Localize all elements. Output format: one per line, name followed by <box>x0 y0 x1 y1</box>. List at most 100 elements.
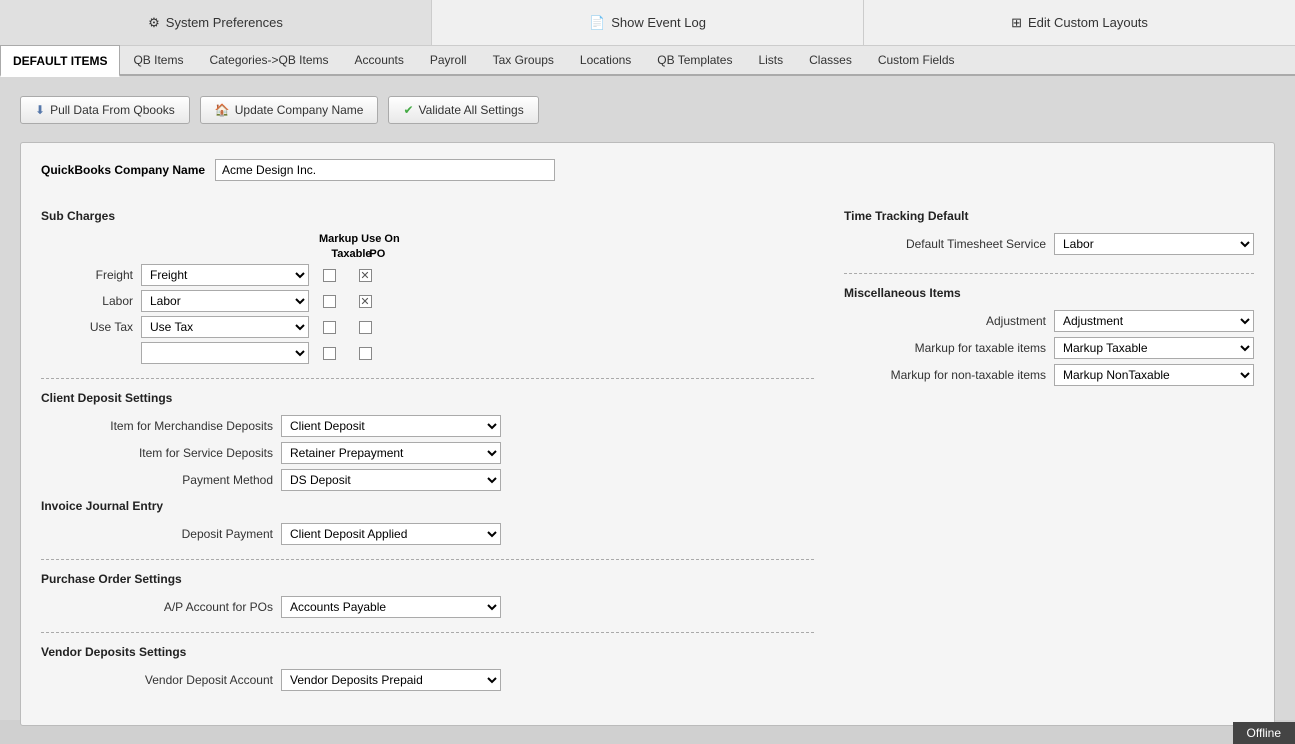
gear-icon: ⚙ <box>148 15 160 31</box>
merchandise-deposits-label: Item for Merchandise Deposits <box>41 419 281 433</box>
labor-po-checkbox[interactable]: ✕ <box>359 295 372 308</box>
time-tracking-section: Time Tracking Default Default Timesheet … <box>844 209 1254 255</box>
deposit-payment-dropdown[interactable]: Client Deposit Applied <box>281 523 501 545</box>
purchase-order-section: Purchase Order Settings A/P Account for … <box>41 572 814 618</box>
use-tax-row: Use Tax Use Tax <box>41 316 814 338</box>
tab-default-items[interactable]: DEFAULT ITEMS <box>0 45 120 77</box>
merchandise-deposits-row: Item for Merchandise Deposits Client Dep… <box>41 415 814 437</box>
labor-dropdown[interactable]: Labor <box>141 290 309 312</box>
taxable-col-header: Taxable <box>331 248 351 260</box>
deposit-payment-label: Deposit Payment <box>41 527 281 541</box>
freight-taxable-checkbox[interactable] <box>323 269 336 282</box>
adjustment-row: Adjustment Adjustment <box>844 310 1254 332</box>
tab-tax-groups[interactable]: Tax Groups <box>480 44 567 76</box>
pull-data-button[interactable]: ⬇ Pull Data From Qbooks <box>20 96 190 124</box>
custom-layouts-nav[interactable]: ⊞ Edit Custom Layouts <box>864 0 1295 45</box>
labor-taxable-checkbox[interactable] <box>323 295 336 308</box>
tab-qb-items[interactable]: QB Items <box>120 44 196 76</box>
right-column: Time Tracking Default Default Timesheet … <box>844 209 1254 705</box>
freight-row: Freight Freight ✕ <box>41 264 814 286</box>
labor-row: Labor Labor ✕ <box>41 290 814 312</box>
labor-checkboxes: ✕ <box>319 295 375 308</box>
labor-label: Labor <box>41 294 141 308</box>
download-icon: ⬇ <box>35 103 45 117</box>
markup-taxable-label: Markup for taxable items <box>844 341 1054 355</box>
empty-po-checkbox[interactable] <box>359 347 372 360</box>
main-content: ⬇ Pull Data From Qbooks 🏠 Update Company… <box>0 76 1295 720</box>
divider-2 <box>41 559 814 560</box>
ap-account-label: A/P Account for POs <box>41 600 281 614</box>
document-icon: 📄 <box>589 15 605 31</box>
sub-charges-section: Sub Charges Markup Use On Taxable PO <box>41 209 814 364</box>
validate-settings-button[interactable]: ✔ Validate All Settings <box>388 96 538 124</box>
left-column: Sub Charges Markup Use On Taxable PO <box>41 209 814 705</box>
freight-label: Freight <box>41 268 141 282</box>
event-log-label: Show Event Log <box>611 15 706 30</box>
time-tracking-heading: Time Tracking Default <box>844 209 1254 223</box>
offline-badge: Offline <box>1233 722 1295 744</box>
event-log-nav[interactable]: 📄 Show Event Log <box>432 0 864 45</box>
update-company-button[interactable]: 🏠 Update Company Name <box>200 96 379 124</box>
invoice-journal-heading: Invoice Journal Entry <box>41 499 814 513</box>
divider-1 <box>41 378 814 379</box>
company-name-label: QuickBooks Company Name <box>41 163 205 177</box>
vendor-deposit-account-row: Vendor Deposit Account Vendor Deposits P… <box>41 669 814 691</box>
freight-checkboxes: ✕ <box>319 269 375 282</box>
two-column-layout: Sub Charges Markup Use On Taxable PO <box>41 209 1254 705</box>
misc-items-section: Miscellaneous Items Adjustment Adjustmen… <box>844 286 1254 386</box>
tab-classes[interactable]: Classes <box>796 44 865 76</box>
update-company-label: Update Company Name <box>235 103 364 117</box>
misc-items-heading: Miscellaneous Items <box>844 286 1254 300</box>
service-deposits-dropdown[interactable]: Retainer Prepayment <box>281 442 501 464</box>
default-timesheet-dropdown[interactable]: Labor <box>1054 233 1254 255</box>
offline-label: Offline <box>1247 726 1281 740</box>
use-tax-taxable-checkbox[interactable] <box>323 321 336 334</box>
tab-custom-fields[interactable]: Custom Fields <box>865 44 968 76</box>
tab-locations[interactable]: Locations <box>567 44 644 76</box>
purchase-order-heading: Purchase Order Settings <box>41 572 814 586</box>
divider-3 <box>41 632 814 633</box>
default-timesheet-label: Default Timesheet Service <box>844 237 1054 251</box>
vendor-deposits-heading: Vendor Deposits Settings <box>41 645 814 659</box>
empty-sc-row <box>41 342 814 364</box>
tab-bar: DEFAULT ITEMS QB Items Categories->QB It… <box>0 46 1295 76</box>
company-name-input[interactable] <box>215 159 555 181</box>
custom-layouts-label: Edit Custom Layouts <box>1028 15 1148 30</box>
freight-dropdown[interactable]: Freight <box>141 264 309 286</box>
tab-accounts[interactable]: Accounts <box>342 44 417 76</box>
use-tax-po-checkbox[interactable] <box>359 321 372 334</box>
adjustment-dropdown[interactable]: Adjustment <box>1054 310 1254 332</box>
vendor-deposit-account-dropdown[interactable]: Vendor Deposits Prepaid <box>281 669 501 691</box>
ap-account-dropdown[interactable]: Accounts Payable <box>281 596 501 618</box>
adjustment-label: Adjustment <box>844 314 1054 328</box>
payment-method-dropdown[interactable]: DS Deposit <box>281 469 501 491</box>
service-deposits-label: Item for Service Deposits <box>41 446 281 460</box>
tab-categories-qb[interactable]: Categories->QB Items <box>196 44 341 76</box>
freight-po-checkbox[interactable]: ✕ <box>359 269 372 282</box>
markup-header: Markup Use On Taxable PO <box>319 233 400 260</box>
tab-qb-templates[interactable]: QB Templates <box>644 44 745 76</box>
pull-data-label: Pull Data From Qbooks <box>50 103 175 117</box>
payment-method-label: Payment Method <box>41 473 281 487</box>
tab-payroll[interactable]: Payroll <box>417 44 480 76</box>
check-icon: ✔ <box>403 103 413 117</box>
tab-lists[interactable]: Lists <box>745 44 796 76</box>
markup-nontaxable-label: Markup for non-taxable items <box>844 368 1054 382</box>
markup-taxable-dropdown[interactable]: Markup Taxable <box>1054 337 1254 359</box>
client-deposit-heading: Client Deposit Settings <box>41 391 814 405</box>
markup-taxable-row: Markup for taxable items Markup Taxable <box>844 337 1254 359</box>
markup-title: Markup Use On <box>319 233 400 246</box>
system-preferences-nav[interactable]: ⚙ System Preferences <box>0 0 432 45</box>
system-preferences-label: System Preferences <box>166 15 283 30</box>
empty-sc-dropdown[interactable] <box>141 342 309 364</box>
action-buttons: ⬇ Pull Data From Qbooks 🏠 Update Company… <box>20 96 1275 124</box>
markup-nontaxable-dropdown[interactable]: Markup NonTaxable <box>1054 364 1254 386</box>
po-col-header: PO <box>367 248 387 260</box>
sub-charges-heading: Sub Charges <box>41 209 814 223</box>
home-icon: 🏠 <box>215 103 230 117</box>
merchandise-deposits-dropdown[interactable]: Client Deposit <box>281 415 501 437</box>
empty-taxable-checkbox[interactable] <box>323 347 336 360</box>
deposit-payment-row: Deposit Payment Client Deposit Applied <box>41 523 814 545</box>
top-nav: ⚙ System Preferences 📄 Show Event Log ⊞ … <box>0 0 1295 46</box>
use-tax-dropdown[interactable]: Use Tax <box>141 316 309 338</box>
